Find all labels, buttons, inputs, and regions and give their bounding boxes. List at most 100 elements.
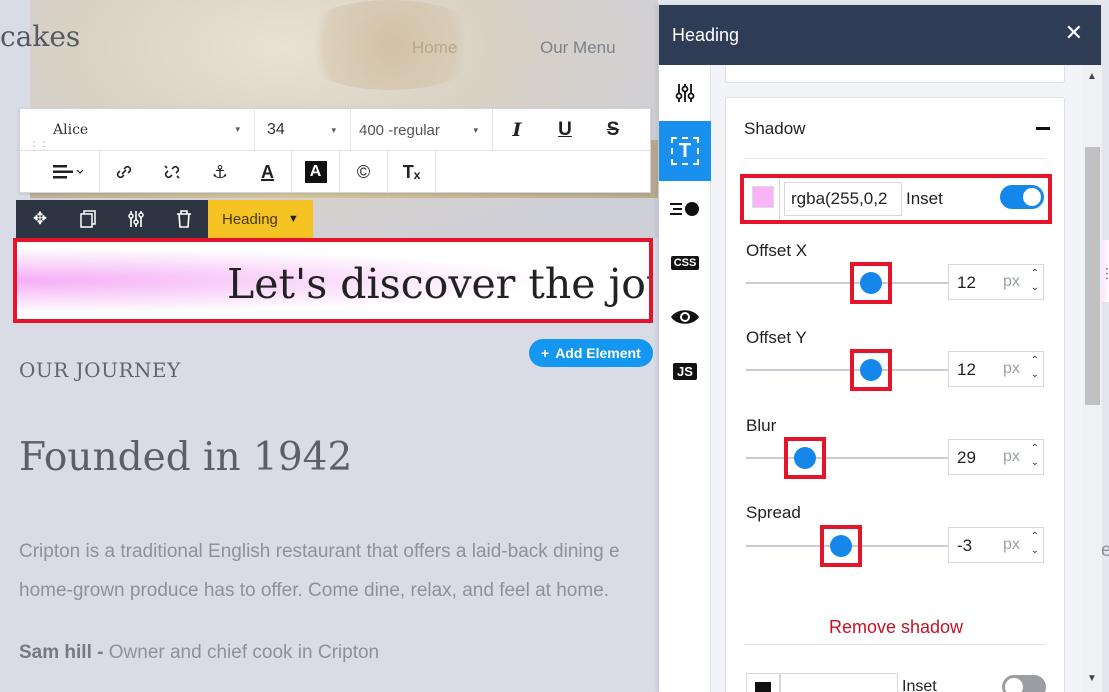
remove-shadow-button[interactable]: Remove shadow: [726, 617, 1066, 638]
special-char-button[interactable]: ©: [340, 151, 388, 193]
spread-field[interactable]: -3 px ⌃ ⌄: [948, 527, 1044, 563]
section-label[interactable]: OUR JOURNEY: [19, 358, 181, 382]
clear-format-button[interactable]: Tₓ: [388, 151, 436, 193]
spread-knob[interactable]: [829, 535, 852, 557]
shadow-color-input[interactable]: [780, 673, 898, 692]
inset-toggle[interactable]: [1002, 675, 1046, 692]
plus-icon: +: [541, 345, 550, 361]
color-swatch-button[interactable]: [746, 673, 780, 692]
nav-home[interactable]: Home: [412, 38, 457, 58]
copyright-icon: ©: [356, 161, 371, 182]
settings-button[interactable]: [112, 200, 160, 238]
scroll-down-icon[interactable]: ▼: [1087, 673, 1097, 684]
rail-visibility[interactable]: [659, 289, 711, 345]
strikethrough-button[interactable]: S: [589, 109, 637, 151]
alignment-icon: [670, 202, 699, 216]
underline-icon: U: [558, 119, 572, 140]
offset-y-knob[interactable]: [860, 359, 883, 381]
offset-y-value[interactable]: 12: [957, 360, 976, 380]
nav-our-menu[interactable]: Our Menu: [540, 38, 616, 58]
panel-scrollbar[interactable]: ▲ ▼: [1083, 65, 1102, 692]
font-size-select[interactable]: 34 ▾: [255, 109, 351, 151]
duplicate-button[interactable]: [64, 200, 112, 238]
close-icon[interactable]: ✕: [1065, 20, 1083, 46]
color-swatch-button[interactable]: [744, 178, 780, 220]
rail-text-style[interactable]: T: [659, 121, 711, 181]
shadow-section: Shadow rgba(255,0,2 Inset Offset X 12 px…: [725, 97, 1065, 692]
chevron-down-icon: ▾: [235, 125, 240, 135]
move-icon: ✥: [32, 209, 48, 228]
offset-y-field[interactable]: 12 px ⌃ ⌄: [948, 351, 1044, 387]
unlink-button[interactable]: [148, 151, 196, 193]
paragraph-overflow: e: [1101, 540, 1109, 561]
blur-track[interactable]: [746, 457, 948, 459]
offset-x-track[interactable]: [746, 282, 948, 284]
text-color-button[interactable]: A: [244, 151, 292, 193]
offset-x-knob-highlight[interactable]: [850, 262, 893, 304]
element-type-dropdown[interactable]: Heading ▼: [208, 200, 313, 238]
list-style-button[interactable]: [20, 151, 100, 193]
anchor-button[interactable]: ⚓: [196, 151, 244, 193]
blur-knob[interactable]: [793, 447, 816, 469]
scroll-up-icon[interactable]: ▲: [1087, 71, 1097, 82]
trash-icon: [177, 210, 191, 228]
body-paragraph[interactable]: Cripton is a traditional English restaur…: [19, 532, 658, 610]
blur-value[interactable]: 29: [957, 448, 976, 468]
divider: [744, 644, 1046, 645]
font-family-select[interactable]: Alice ▾: [20, 109, 255, 151]
scrollbar-thumb[interactable]: [1085, 147, 1100, 405]
inset-toggle[interactable]: [1000, 185, 1044, 209]
add-element-button[interactable]: + Add Element: [529, 339, 653, 367]
text-color-icon: A: [261, 161, 274, 182]
panel-header: Heading: [659, 5, 1101, 65]
duplicate-icon: [80, 210, 96, 228]
rail-css[interactable]: CSS: [659, 235, 711, 291]
rail-alignment[interactable]: [659, 181, 711, 237]
stepper-icon[interactable]: ⌃ ⌄: [1031, 530, 1039, 558]
unlink-icon: [164, 165, 180, 179]
selected-heading[interactable]: Let's discover the jou: [13, 238, 653, 323]
stepper-icon[interactable]: ⌃ ⌄: [1031, 442, 1039, 470]
rail-js[interactable]: JS: [659, 343, 711, 399]
chevron-down-icon: ▾: [331, 124, 336, 135]
inset-label: Inset: [902, 678, 937, 692]
add-element-label: Add Element: [555, 345, 641, 361]
rail-settings[interactable]: [659, 65, 711, 121]
offset-x-knob[interactable]: [860, 272, 883, 294]
js-icon: JS: [673, 362, 697, 380]
offset-x-value[interactable]: 12: [957, 273, 976, 293]
heading-text[interactable]: Let's discover the jou: [227, 260, 649, 308]
css-icon: CSS: [670, 256, 700, 270]
stepper-icon[interactable]: ⌃ ⌄: [1031, 267, 1039, 295]
list-icon: [53, 165, 83, 179]
font-weight-select[interactable]: 400 -regular ▾: [351, 109, 493, 151]
paragraph-line: home-grown produce has to offer. Come di…: [19, 580, 610, 601]
spread-knob-highlight[interactable]: [819, 525, 862, 567]
offset-y-track[interactable]: [746, 369, 948, 371]
shadow-color-input[interactable]: rgba(255,0,2: [784, 182, 902, 216]
link-button[interactable]: [100, 151, 148, 193]
blur-field[interactable]: 29 px ⌃ ⌄: [948, 439, 1044, 475]
offset-x-label: Offset X: [746, 241, 808, 260]
section-title[interactable]: Founded in 1942: [19, 435, 352, 480]
element-toolbar: ✥ Heading ▼: [16, 200, 313, 238]
blur-knob-highlight[interactable]: [783, 437, 826, 479]
offset-x-field[interactable]: 12 px ⌃ ⌄: [948, 264, 1044, 300]
site-logo[interactable]: cakes: [0, 20, 80, 53]
italic-button[interactable]: I: [493, 109, 541, 151]
move-button[interactable]: ✥: [16, 200, 64, 238]
stepper-icon[interactable]: ⌃ ⌄: [1031, 354, 1039, 382]
background-color-button[interactable]: A: [292, 151, 340, 193]
blur-unit: px: [1003, 448, 1020, 465]
spread-value[interactable]: -3: [957, 536, 972, 556]
delete-button[interactable]: [160, 200, 208, 238]
offset-y-knob-highlight[interactable]: [850, 349, 893, 391]
caret-down-icon: ▼: [287, 213, 299, 225]
spread-label: Spread: [746, 503, 801, 522]
paragraph-line: Cripton is a traditional English restaur…: [19, 541, 620, 562]
underline-button[interactable]: U: [541, 109, 589, 151]
collapse-icon[interactable]: [1036, 127, 1050, 130]
signature[interactable]: Sam hill - Owner and chief cook in Cript…: [19, 642, 379, 664]
font-family-value: Alice: [53, 122, 89, 138]
panel-title: Heading: [672, 24, 740, 45]
